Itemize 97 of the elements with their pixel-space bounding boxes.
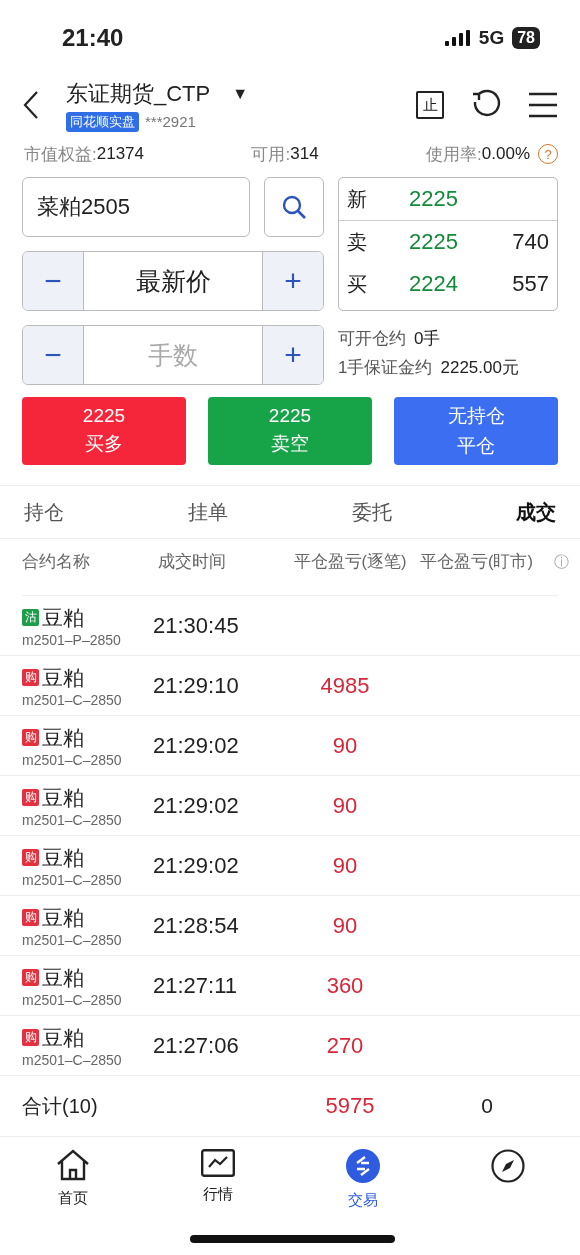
account-badge: 同花顺实盘	[66, 111, 139, 132]
capacity-value: 0手	[414, 328, 441, 350]
tab[interactable]: 挂单	[188, 498, 228, 526]
trade-time: 21:29:02	[153, 732, 240, 759]
contract-code: m2501–P–2850	[22, 631, 122, 648]
signal-icon	[444, 29, 471, 46]
option-tag: 购	[22, 849, 39, 866]
capacity-value: 2225.00元	[440, 357, 519, 379]
column-header: 合约名称	[22, 551, 91, 572]
tab[interactable]: 持仓	[24, 498, 64, 526]
trade-time: 21:30:45	[153, 612, 240, 639]
option-tag: 购	[22, 729, 39, 746]
plus-button[interactable]: +	[263, 252, 323, 310]
quantity-field[interactable]: 手数	[83, 326, 263, 384]
status-time: 21:40	[62, 23, 124, 52]
search-button[interactable]	[264, 177, 324, 237]
option-tag: 购	[22, 969, 39, 986]
trade-time: 21:27:11	[153, 972, 238, 999]
pnl-value: 90	[331, 912, 359, 939]
stop-button[interactable]: 止	[416, 91, 444, 119]
symbol-field[interactable]: 菜粕2505	[22, 177, 250, 237]
option-tag: 购	[22, 1029, 39, 1046]
pnl-value: 4985	[319, 672, 371, 699]
pnl-value: 90	[331, 792, 359, 819]
trade-button[interactable]: 2225 买多	[22, 397, 186, 465]
nav-label[interactable]: 交易	[347, 1191, 378, 1210]
summary-label: 可用:	[251, 143, 291, 166]
column-header: 成交时间	[158, 551, 227, 572]
quote-price: 2225	[409, 186, 459, 212]
option-tag: 购	[22, 669, 39, 686]
trade-time: 21:29:02	[153, 792, 240, 819]
contract-name: 豆粕	[42, 604, 84, 631]
account-name[interactable]: 东证期货_CTP	[66, 78, 211, 109]
capacity-label: 可开仓约	[338, 328, 406, 350]
nav-label[interactable]: 行情	[202, 1185, 233, 1204]
summary-label: 市值权益:	[24, 143, 97, 166]
tab[interactable]: 成交	[516, 498, 556, 526]
option-tag: 购	[22, 789, 39, 806]
summary-value: 21374	[96, 144, 144, 164]
battery-level: 78	[512, 26, 540, 49]
pnl-value: 90	[331, 852, 359, 879]
search-icon	[281, 194, 307, 220]
trade-time: 21:29:02	[153, 852, 240, 879]
dropdown-icon[interactable]: ▼	[232, 84, 249, 103]
quote-label: 买	[347, 271, 368, 297]
contract-name: 豆粕	[42, 904, 84, 931]
home-icon[interactable]	[55, 1149, 90, 1181]
compass-icon[interactable]	[490, 1149, 525, 1183]
trade-time: 21:28:54	[153, 912, 240, 939]
quote-price: 2225	[409, 229, 459, 255]
quantity-stepper[interactable]: − 手数 +	[22, 325, 324, 385]
contract-code: m2501–C–2850	[22, 1051, 123, 1068]
tab[interactable]: 委托	[352, 498, 392, 526]
contract-name: 豆粕	[42, 724, 84, 751]
contract-code: m2501–C–2850	[22, 691, 123, 708]
minus-button[interactable]: −	[23, 252, 83, 310]
nav-label[interactable]: 首页	[57, 1189, 88, 1208]
chart-icon[interactable]	[200, 1149, 235, 1177]
plus-button[interactable]: +	[263, 326, 323, 384]
summary-value: 0.00%	[481, 144, 530, 164]
minus-button[interactable]: −	[23, 326, 83, 384]
contract-name: 豆粕	[42, 964, 84, 991]
trade-icon[interactable]	[345, 1149, 380, 1183]
trade-button[interactable]: 无持仓 平仓	[394, 397, 558, 465]
pnl-value: 270	[325, 1032, 365, 1059]
trade-time: 21:29:10	[153, 672, 240, 699]
quote-label: 新	[347, 186, 368, 212]
pnl-value: 90	[331, 732, 359, 759]
column-header: 平仓盈亏(盯市)	[420, 551, 534, 572]
contract-code: m2501–C–2850	[22, 871, 123, 888]
summary-value: 314	[290, 144, 319, 164]
total-market-pnl: 0	[480, 1094, 494, 1118]
option-tag: 购	[22, 909, 39, 926]
quote-volume: 740	[512, 229, 549, 255]
contract-name: 豆粕	[42, 1024, 84, 1051]
contract-code: m2501–C–2850	[22, 931, 123, 948]
total-label: 合计(10)	[22, 1093, 99, 1119]
summary-label: 使用率:	[426, 143, 482, 166]
network-label: 5G	[478, 26, 505, 49]
contract-code: m2501–C–2850	[22, 751, 123, 768]
account-number: ***2921	[145, 113, 196, 130]
menu-icon[interactable]	[528, 92, 558, 118]
quote-label: 卖	[347, 229, 368, 255]
pnl-value: 360	[325, 972, 365, 999]
back-icon[interactable]	[22, 90, 40, 120]
capacity-label: 1手保证金约	[338, 357, 433, 379]
option-tag: 沽	[22, 609, 39, 626]
contract-name: 豆粕	[42, 844, 84, 871]
contract-code: m2501–C–2850	[22, 991, 123, 1008]
total-pnl: 5975	[324, 1093, 376, 1119]
column-header: 平仓盈亏(逐笔)	[292, 551, 408, 572]
quote-volume: 557	[512, 271, 549, 297]
trade-time: 21:27:06	[153, 1032, 240, 1059]
contract-name: 豆粕	[42, 664, 84, 691]
contract-code: m2501–C–2850	[22, 811, 123, 828]
quote-price: 2224	[409, 271, 459, 297]
contract-name: 豆粕	[42, 784, 84, 811]
